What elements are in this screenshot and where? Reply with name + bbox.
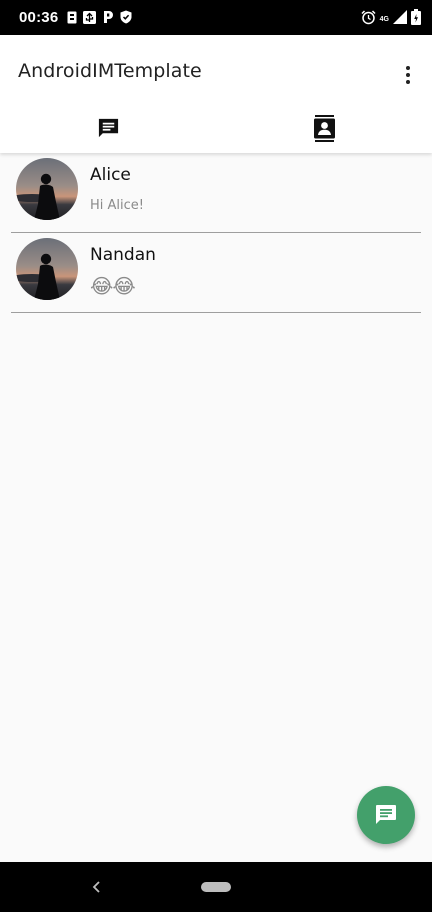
conversation-list: Alice Hi Alice! Nandan 😂😂 <box>0 153 432 313</box>
battery-icon <box>411 9 421 25</box>
status-notification-icons <box>67 10 132 24</box>
divider <box>11 312 421 313</box>
status-bar: 00:36 4G <box>0 0 432 35</box>
avatar <box>16 158 78 220</box>
contact-name: Alice <box>90 165 131 185</box>
app-bar: AndroidIMTemplate <box>0 35 432 153</box>
tab-chats[interactable] <box>0 105 216 151</box>
more-options-button[interactable] <box>398 63 418 87</box>
avatar-image <box>16 158 78 220</box>
back-icon[interactable] <box>89 879 103 895</box>
sim-icon <box>67 11 77 23</box>
system-nav-bar <box>0 862 432 912</box>
new-message-button[interactable] <box>357 786 415 844</box>
more-vert-icon <box>406 66 410 70</box>
home-pill-button[interactable] <box>201 882 231 892</box>
avatar-image <box>16 238 78 300</box>
status-system-icons: 4G <box>361 9 421 25</box>
last-message: Hi Alice! <box>90 198 144 213</box>
alarm-icon <box>361 9 376 24</box>
parking-icon <box>104 11 113 23</box>
message-icon <box>376 805 396 824</box>
usb-icon <box>83 10 96 24</box>
shield-icon <box>120 10 132 24</box>
tab-contacts[interactable] <box>216 105 432 151</box>
conversation-item[interactable]: Alice Hi Alice! <box>0 153 432 233</box>
app-title: AndroidIMTemplate <box>18 60 202 82</box>
contact-name: Nandan <box>90 245 156 265</box>
contacts-icon <box>313 114 335 142</box>
chat-icon <box>98 118 118 137</box>
status-time: 00:36 <box>19 9 59 26</box>
signal-icon <box>393 10 407 24</box>
avatar <box>16 238 78 300</box>
conversation-item[interactable]: Nandan 😂😂 <box>0 233 432 313</box>
network-type-label: 4G <box>379 15 389 23</box>
last-message: 😂😂 <box>90 274 136 298</box>
